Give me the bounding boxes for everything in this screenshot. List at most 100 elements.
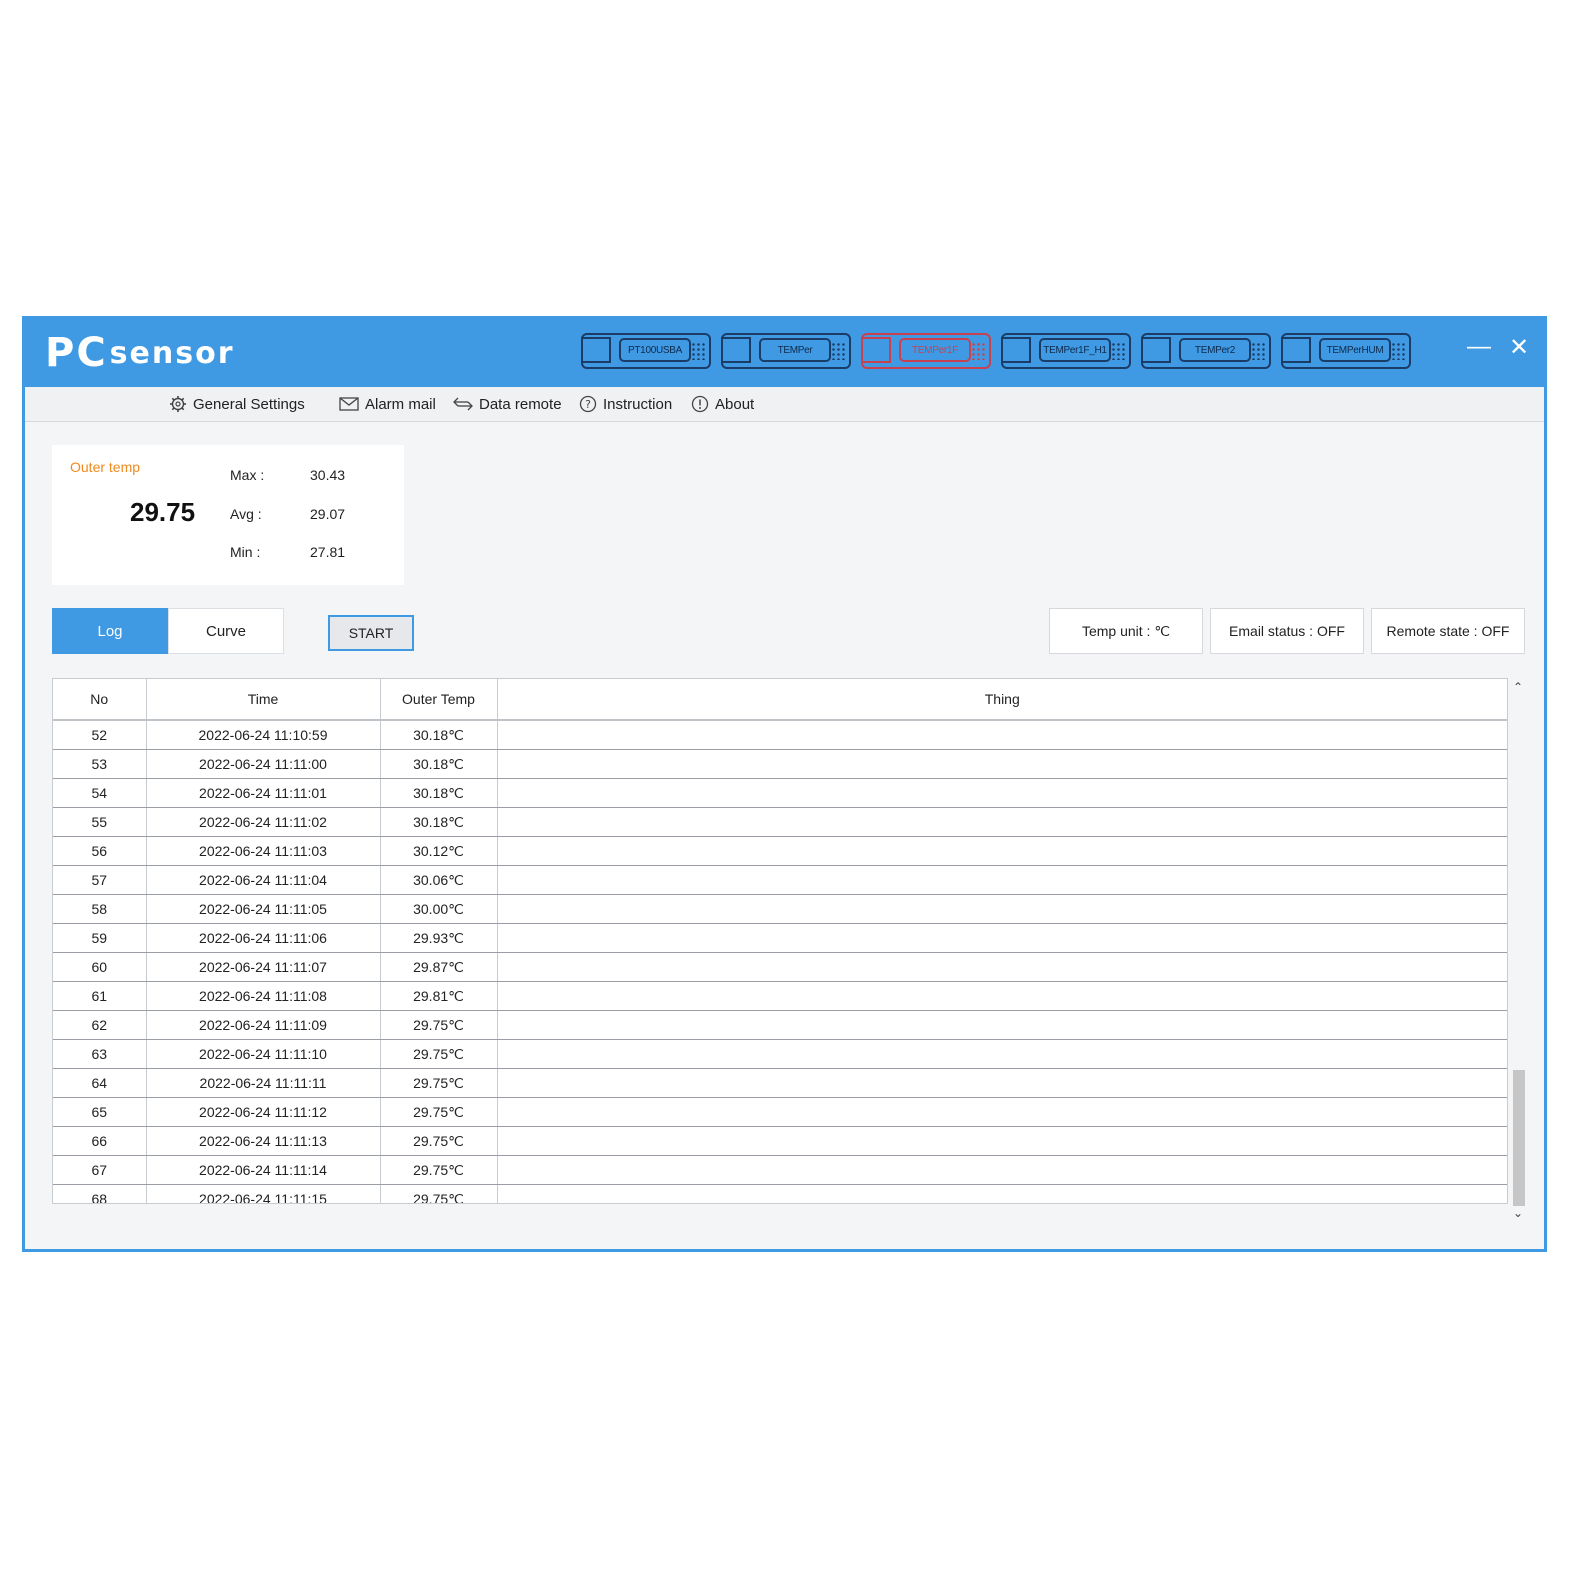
current-temp-value: 29.75	[130, 497, 196, 527]
cell-outer-temp: 29.75℃	[380, 1184, 498, 1203]
table-row[interactable]: 61 2022-06-24 11:11:08 29.81℃	[53, 981, 1507, 1011]
table-row[interactable]: 52 2022-06-24 11:10:59 30.18℃	[53, 720, 1507, 750]
cell-time: 2022-06-24 11:11:14	[146, 1155, 381, 1185]
cell-no: 53	[53, 749, 147, 779]
cell-outer-temp: 29.75℃	[380, 1155, 498, 1185]
cell-outer-temp: 29.75℃	[380, 1039, 498, 1069]
email-status-button[interactable]: Email status : OFF	[1210, 608, 1364, 654]
scroll-down-icon[interactable]: ⌄	[1509, 1204, 1527, 1222]
cell-no: 52	[53, 720, 147, 750]
cell-no: 54	[53, 778, 147, 808]
table-row[interactable]: 63 2022-06-24 11:11:10 29.75℃	[53, 1039, 1507, 1069]
menu-instruction[interactable]: ? Instruction	[579, 387, 672, 421]
mail-icon	[339, 397, 359, 411]
column-header-no[interactable]: No	[53, 679, 147, 721]
cell-time: 2022-06-24 11:11:11	[146, 1068, 381, 1098]
device-temper[interactable]: TEMPer	[721, 333, 855, 369]
cell-thing	[497, 1039, 1507, 1069]
remote-state-button[interactable]: Remote state : OFF	[1371, 608, 1525, 654]
cell-thing	[497, 865, 1507, 895]
device-temper1f-h1[interactable]: TEMPer1F_H1	[1001, 333, 1135, 369]
max-label: Max :	[230, 467, 265, 483]
cell-no: 56	[53, 836, 147, 866]
table-header-row: No Time Outer Temp Thing	[53, 679, 1507, 721]
minimize-button[interactable]: —	[1461, 329, 1497, 365]
cell-thing	[497, 720, 1507, 750]
cell-thing	[497, 1155, 1507, 1185]
tab-curve[interactable]: Curve	[168, 608, 284, 654]
table-row[interactable]: 67 2022-06-24 11:11:14 29.75℃	[53, 1155, 1507, 1185]
cell-outer-temp: 29.75℃	[380, 1097, 498, 1127]
table-row[interactable]: 59 2022-06-24 11:11:06 29.93℃	[53, 923, 1507, 953]
gear-icon	[170, 396, 186, 412]
cell-no: 66	[53, 1126, 147, 1156]
vertical-scrollbar[interactable]: ⌃ ⌄	[1509, 678, 1527, 1220]
start-button[interactable]: START	[328, 615, 414, 651]
menu-general-settings[interactable]: General Settings	[169, 387, 305, 421]
cell-outer-temp: 29.75℃	[380, 1126, 498, 1156]
table-row[interactable]: 53 2022-06-24 11:11:00 30.18℃	[53, 749, 1507, 779]
cell-no: 63	[53, 1039, 147, 1069]
table-row[interactable]: 62 2022-06-24 11:11:09 29.75℃	[53, 1010, 1507, 1040]
cell-thing	[497, 749, 1507, 779]
menu-alarm-mail[interactable]: Alarm mail	[339, 387, 436, 421]
cell-no: 61	[53, 981, 147, 1011]
tab-log[interactable]: Log	[52, 608, 168, 654]
table-row[interactable]: 54 2022-06-24 11:11:01 30.18℃	[53, 778, 1507, 808]
table-row[interactable]: 68 2022-06-24 11:11:15 29.75℃	[53, 1184, 1507, 1203]
menu-data-remote[interactable]: Data remote	[453, 387, 562, 421]
cell-outer-temp: 29.75℃	[380, 1010, 498, 1040]
scroll-thumb[interactable]	[1513, 1070, 1525, 1206]
device-temperhum[interactable]: TEMPerHUM	[1281, 333, 1415, 369]
cell-thing	[497, 923, 1507, 953]
cell-time: 2022-06-24 11:11:01	[146, 778, 381, 808]
menu-bar: General Settings Alarm mail Data remote …	[25, 387, 1544, 422]
min-value: 27.81	[310, 544, 346, 560]
cell-time: 2022-06-24 11:11:10	[146, 1039, 381, 1069]
table-row[interactable]: 60 2022-06-24 11:11:07 29.87℃	[53, 952, 1507, 982]
cell-time: 2022-06-24 11:11:08	[146, 981, 381, 1011]
table-row[interactable]: 58 2022-06-24 11:11:05 30.00℃	[53, 894, 1507, 924]
table-row[interactable]: 64 2022-06-24 11:11:11 29.75℃	[53, 1068, 1507, 1098]
temp-unit-button[interactable]: Temp unit : ℃	[1049, 608, 1203, 654]
cell-thing	[497, 981, 1507, 1011]
cell-no: 64	[53, 1068, 147, 1098]
cell-thing	[497, 1126, 1507, 1156]
cell-outer-temp: 30.18℃	[380, 807, 498, 837]
cell-time: 2022-06-24 11:11:07	[146, 952, 381, 982]
scroll-up-icon[interactable]: ⌃	[1509, 678, 1527, 696]
cell-time: 2022-06-24 11:11:00	[146, 749, 381, 779]
table-row[interactable]: 57 2022-06-24 11:11:04 30.06℃	[53, 865, 1507, 895]
device-temper2[interactable]: TEMPer2	[1141, 333, 1275, 369]
svg-text:?: ?	[585, 398, 591, 411]
close-button[interactable]: ✕	[1501, 329, 1537, 365]
cell-outer-temp: 30.18℃	[380, 720, 498, 750]
cell-no: 55	[53, 807, 147, 837]
device-temper1f[interactable]: TEMPer1F	[861, 333, 995, 369]
app-window: PC sensor PT100USBA TEMPer TEMPer1F TEMPe…	[22, 316, 1547, 1252]
table-row[interactable]: 56 2022-06-24 11:11:03 30.12℃	[53, 836, 1507, 866]
cell-time: 2022-06-24 11:11:05	[146, 894, 381, 924]
column-header-outer-temp[interactable]: Outer Temp	[380, 679, 498, 721]
device-pt100usba[interactable]: PT100USBA	[581, 333, 715, 369]
cell-outer-temp: 29.87℃	[380, 952, 498, 982]
cell-no: 65	[53, 1097, 147, 1127]
cell-outer-temp: 30.00℃	[380, 894, 498, 924]
avg-value: 29.07	[310, 506, 346, 522]
menu-about[interactable]: About	[691, 387, 754, 421]
table-row[interactable]: 65 2022-06-24 11:11:12 29.75℃	[53, 1097, 1507, 1127]
table-body: 52 2022-06-24 11:10:59 30.18℃ 53 2022-06-24 …	[53, 720, 1507, 1203]
table-row[interactable]: 66 2022-06-24 11:11:13 29.75℃	[53, 1126, 1507, 1156]
title-bar: PC sensor PT100USBA TEMPer TEMPer1F TEMPe…	[25, 319, 1544, 387]
outer-temp-stats-card: Outer temp 29.75 Max : 30.43 Avg : 29.07…	[52, 445, 404, 585]
column-header-time[interactable]: Time	[146, 679, 381, 721]
cell-thing	[497, 1068, 1507, 1098]
usb-plug-icon	[1141, 337, 1171, 363]
cell-time: 2022-06-24 11:11:02	[146, 807, 381, 837]
help-circle-icon: ?	[579, 395, 597, 413]
cell-thing	[497, 836, 1507, 866]
table-row[interactable]: 55 2022-06-24 11:11:02 30.18℃	[53, 807, 1507, 837]
column-header-thing[interactable]: Thing	[497, 679, 1507, 721]
cell-outer-temp: 29.75℃	[380, 1068, 498, 1098]
cell-outer-temp: 29.81℃	[380, 981, 498, 1011]
